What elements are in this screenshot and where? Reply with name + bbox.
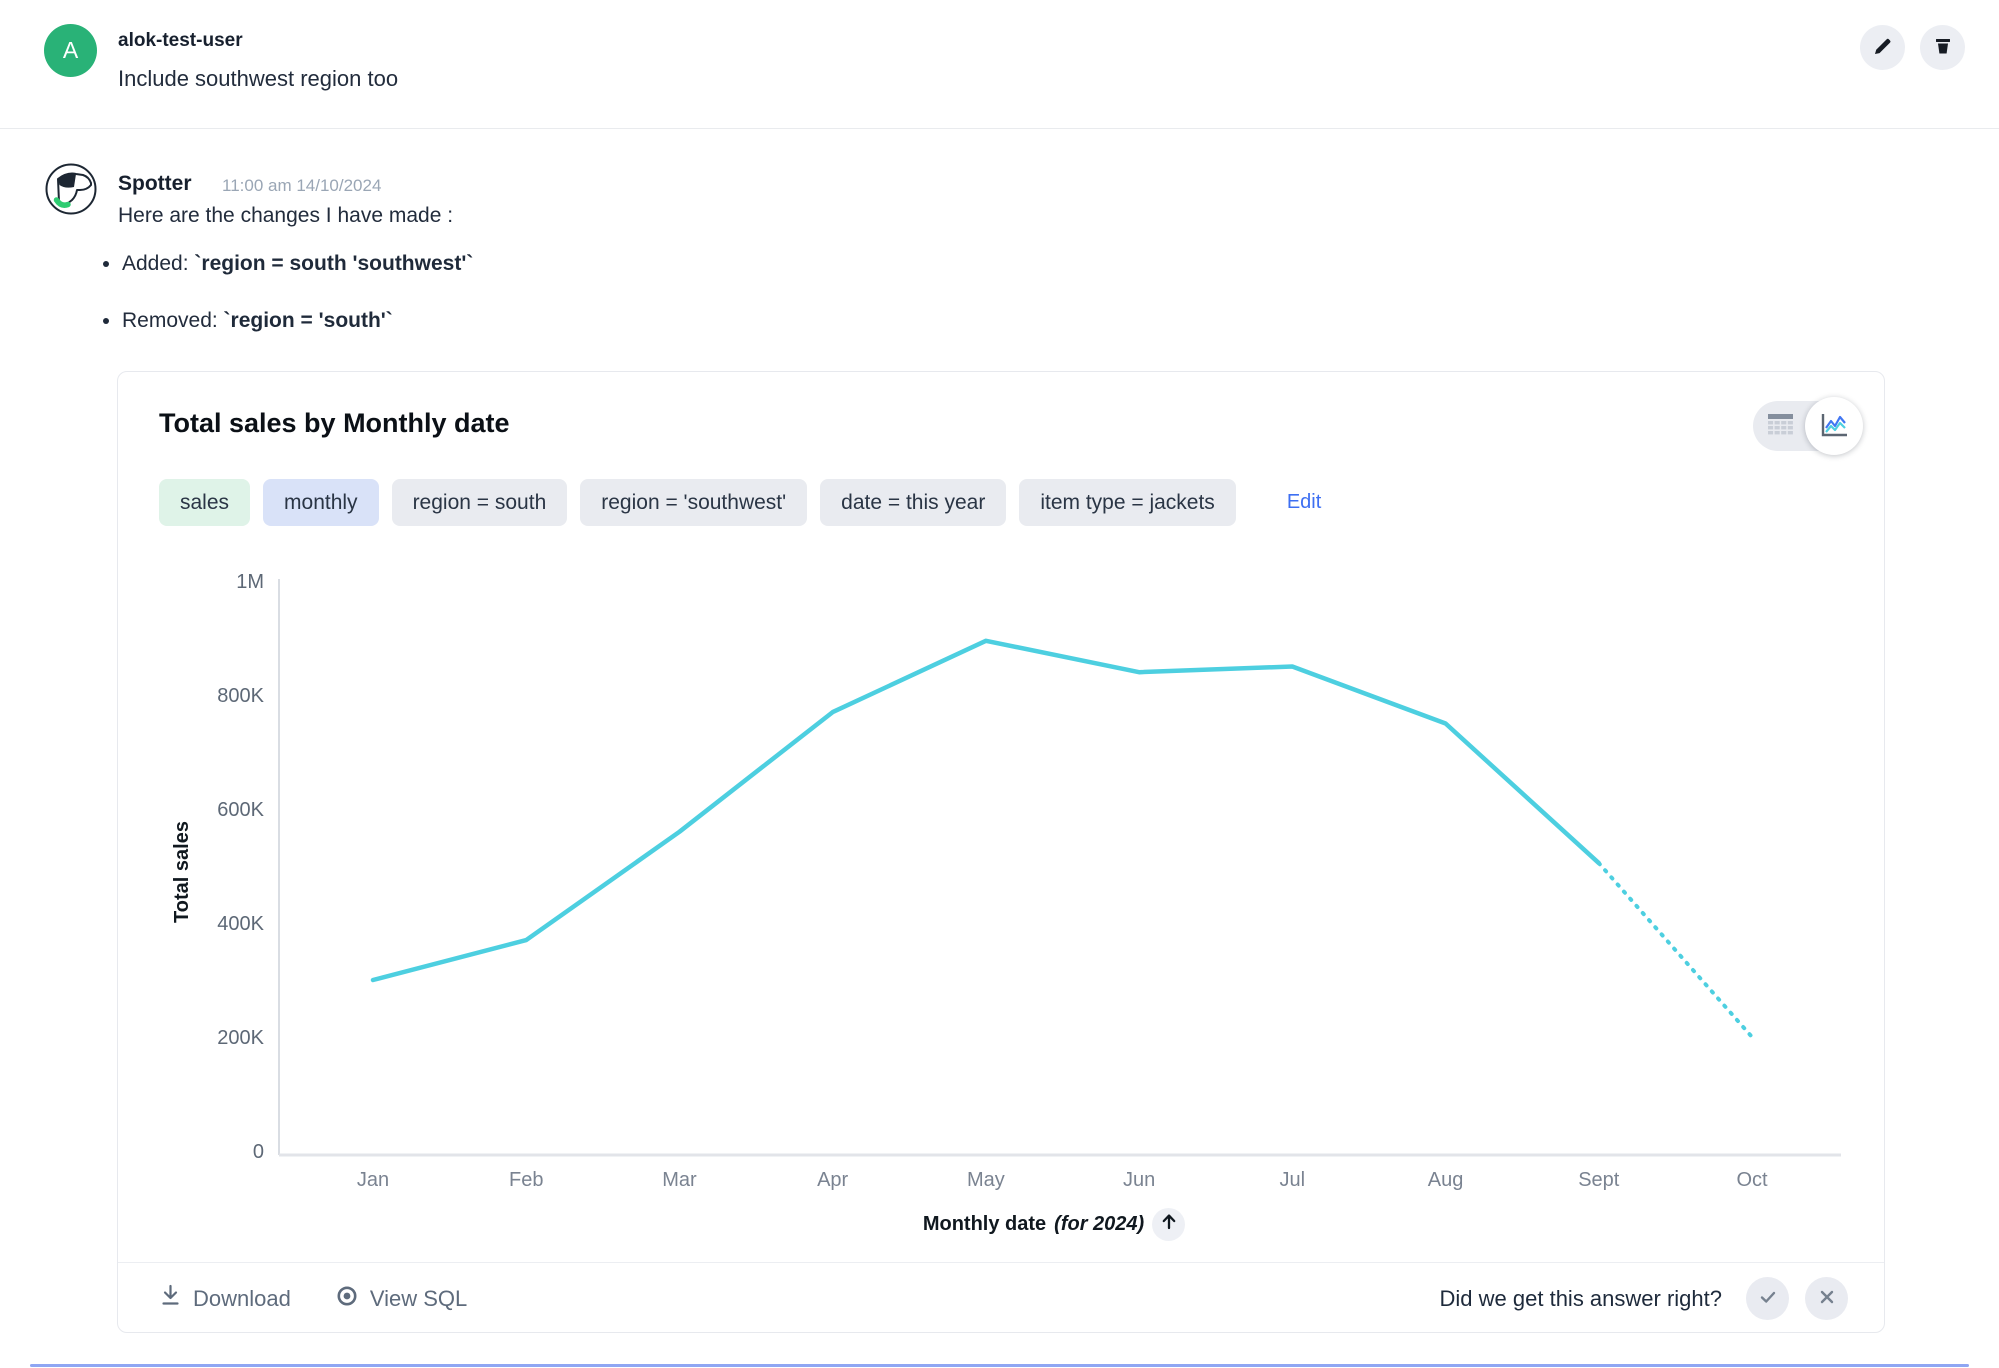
close-icon (1818, 1288, 1836, 1309)
delete-message-button[interactable] (1920, 25, 1965, 70)
card-footer: Download View SQL Did we get this answer… (118, 1262, 1884, 1334)
change-code: `region = 'south'` (223, 309, 393, 332)
message-actions (1860, 25, 1965, 70)
user-message-row: A alok-test-user Include southwest regio… (0, 0, 1999, 129)
svg-text:May: May (967, 1169, 1005, 1191)
sort-ascending-button[interactable] (1152, 1208, 1186, 1241)
chat-input-top-edge (30, 1364, 1969, 1367)
svg-text:Jul: Jul (1280, 1169, 1306, 1191)
x-axis-label: Monthly date (for 2024) (279, 1208, 1829, 1241)
feedback-question: Did we get this answer right? (1439, 1285, 1722, 1311)
download-icon (159, 1284, 182, 1314)
svg-text:Jan: Jan (357, 1169, 389, 1191)
filter-chip[interactable]: monthly (263, 479, 379, 526)
feedback-controls: Did we get this answer right? (1440, 1277, 1848, 1320)
check-icon (1758, 1287, 1778, 1310)
sales-line-chart: 1M 800K 600K 400K 200K 0 Jan Feb Mar Apr May Jun Jul… (171, 571, 1841, 1191)
svg-text:200K: 200K (217, 1027, 264, 1049)
arrow-up-icon (1161, 1213, 1177, 1236)
svg-text:Jun: Jun (1123, 1169, 1155, 1191)
svg-text:Apr: Apr (817, 1169, 848, 1191)
x-axis-label-text: Monthly date (922, 1213, 1047, 1235)
message-timestamp: 11:00 am 14/10/2024 (222, 176, 382, 195)
pencil-icon (1872, 35, 1894, 60)
view-sql-label: View SQL (369, 1285, 468, 1311)
avatar: A (44, 24, 97, 77)
feedback-no-button[interactable] (1805, 1277, 1848, 1320)
eye-icon (335, 1284, 359, 1314)
user-message-text: Include southwest region too (118, 66, 399, 91)
svg-text:600K: 600K (217, 799, 264, 821)
filter-chips: sales monthly region = south region = 'sout… (159, 479, 1236, 526)
chart-view-button[interactable] (1805, 397, 1863, 455)
feedback-yes-button[interactable] (1746, 1277, 1789, 1320)
svg-text:400K: 400K (217, 913, 264, 935)
x-axis-label-suffix: (for 2024) (1054, 1213, 1145, 1235)
svg-text:Sept: Sept (1578, 1169, 1620, 1191)
change-prefix: Removed: (122, 309, 224, 332)
changes-list: Added: `region = south 'southwest'` Remo… (122, 252, 473, 366)
svg-text:1M: 1M (236, 571, 264, 593)
token-row: sales monthly region = south region = 'sout… (159, 479, 1321, 526)
svg-text:Oct: Oct (1736, 1169, 1768, 1191)
change-item-removed: Removed: `region = 'south'` (122, 309, 473, 333)
table-icon (1767, 413, 1794, 439)
download-button[interactable]: Download (159, 1284, 291, 1314)
view-toggle (1753, 397, 1863, 455)
change-code: `region = south 'southwest'` (194, 252, 474, 275)
line-chart-icon (1819, 412, 1849, 441)
svg-text:Feb: Feb (509, 1169, 543, 1191)
username: alok-test-user (118, 30, 243, 51)
svg-text:800K: 800K (217, 685, 264, 707)
trash-icon (1932, 35, 1954, 60)
svg-text:0: 0 (253, 1141, 264, 1163)
filter-chip[interactable]: sales (159, 479, 251, 526)
filter-chip[interactable]: region = south (391, 479, 568, 526)
edit-message-button[interactable] (1860, 25, 1905, 70)
chart-title: Total sales by Monthly date (159, 408, 510, 438)
change-prefix: Added: (122, 252, 195, 275)
footer-actions: Download View SQL (159, 1284, 467, 1314)
assistant-name: Spotter (118, 172, 192, 195)
download-label: Download (193, 1285, 291, 1311)
svg-text:Total sales: Total sales (171, 821, 193, 923)
filter-chip[interactable]: date = this year (820, 479, 1007, 526)
spotter-logo (44, 162, 98, 216)
svg-text:Mar: Mar (662, 1169, 697, 1191)
table-view-button[interactable] (1753, 401, 1807, 451)
view-sql-button[interactable]: View SQL (335, 1284, 467, 1314)
answer-card: Total sales by Monthly date sales monthl… (117, 371, 1885, 1333)
assistant-intro-text: Here are the changes I have made : (118, 204, 454, 227)
svg-text:Aug: Aug (1428, 1169, 1464, 1191)
edit-tokens-link[interactable]: Edit (1287, 491, 1321, 514)
filter-chip[interactable]: item type = jackets (1019, 479, 1236, 526)
change-item-added: Added: `region = south 'southwest'` (122, 252, 473, 276)
filter-chip[interactable]: region = 'southwest' (580, 479, 808, 526)
chart-area: 1M 800K 600K 400K 200K 0 Jan Feb Mar Apr May Jun Jul… (136, 554, 1876, 1254)
